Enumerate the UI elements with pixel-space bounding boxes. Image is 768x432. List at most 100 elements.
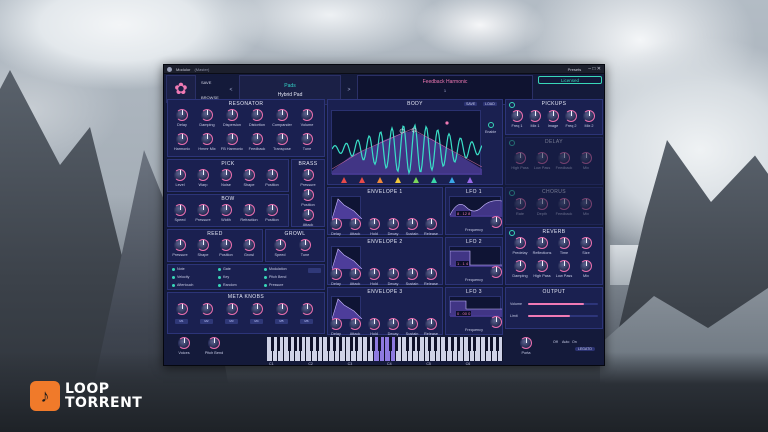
env3-hold-knob[interactable]: [368, 318, 380, 330]
env3-delay-knob[interactable]: [330, 318, 342, 330]
growl-speed-knob[interactable]: [274, 239, 286, 251]
chorus-depth-knob[interactable]: [536, 198, 548, 210]
black-key[interactable]: [467, 337, 471, 351]
env2-decay-knob[interactable]: [387, 268, 399, 280]
mod-source-key[interactable]: Key: [218, 275, 229, 279]
res-harmonic-knob[interactable]: [176, 133, 188, 145]
black-key[interactable]: [490, 337, 494, 351]
lfo-3-rate-display[interactable]: 0 . 00 0: [456, 311, 472, 316]
black-key[interactable]: [394, 337, 398, 351]
save-button[interactable]: SAVE: [201, 80, 223, 85]
env2-sustain-knob[interactable]: [406, 268, 418, 280]
body-save-button[interactable]: SAVE: [464, 102, 478, 106]
reverb-time-knob[interactable]: [558, 237, 570, 249]
bow-position-knob[interactable]: [266, 204, 278, 216]
black-key[interactable]: [428, 337, 432, 351]
lfo3-frequency-knob[interactable]: [490, 316, 502, 328]
reed-growl-knob[interactable]: [243, 239, 255, 251]
pickup-image-knob[interactable]: [547, 110, 559, 122]
black-key[interactable]: [411, 337, 415, 351]
porta-knob[interactable]: [520, 337, 532, 349]
black-key[interactable]: [310, 337, 314, 351]
reverb-reflections-knob[interactable]: [536, 237, 548, 249]
env2-release-knob[interactable]: [425, 268, 437, 280]
pickup-mix-2-knob[interactable]: [583, 110, 595, 122]
licensed-badge[interactable]: Licensed: [538, 76, 602, 84]
black-key[interactable]: [366, 337, 370, 351]
delay-high-pass-knob[interactable]: [514, 152, 526, 164]
envelope-1-graph[interactable]: [331, 196, 363, 220]
black-key[interactable]: [417, 337, 421, 351]
lfo-1-rate-display[interactable]: 8 . 12 8: [456, 211, 472, 216]
brass-pressure-knob[interactable]: [302, 169, 314, 181]
growl-tune-knob[interactable]: [299, 239, 311, 251]
reed-pressure-knob[interactable]: [174, 239, 186, 251]
lfo1-frequency-knob[interactable]: [490, 216, 502, 228]
pick-noise-knob[interactable]: [220, 169, 232, 181]
black-key[interactable]: [276, 337, 280, 351]
black-key[interactable]: [355, 337, 359, 351]
env3-sustain-knob[interactable]: [406, 318, 418, 330]
lfo2-frequency-knob[interactable]: [490, 266, 502, 278]
env1-sustain-knob[interactable]: [406, 218, 418, 230]
black-key[interactable]: [372, 337, 376, 351]
delay-low-pass-knob[interactable]: [536, 152, 548, 164]
black-key[interactable]: [377, 337, 381, 351]
limit-slider[interactable]: [528, 315, 598, 317]
delay-mix-knob[interactable]: [580, 152, 592, 164]
black-key[interactable]: [405, 337, 409, 351]
delay-feedback-knob[interactable]: [558, 152, 570, 164]
reverb-damping-knob[interactable]: [514, 260, 526, 272]
black-key[interactable]: [349, 337, 353, 351]
res-fb-harmonic-knob[interactable]: [226, 133, 238, 145]
meta-value-2[interactable]: M2: [200, 319, 213, 324]
black-key[interactable]: [316, 337, 320, 351]
black-key[interactable]: [332, 337, 336, 351]
black-key[interactable]: [327, 337, 331, 351]
black-key[interactable]: [287, 337, 291, 351]
body-load-button[interactable]: LOAD: [483, 102, 497, 106]
window-controls[interactable]: – □ ✕: [588, 66, 601, 72]
env2-hold-knob[interactable]: [368, 268, 380, 280]
bow-refraction-knob[interactable]: [243, 204, 255, 216]
body-enable-power-icon[interactable]: [488, 122, 494, 128]
reed-position-knob[interactable]: [220, 239, 232, 251]
env1-attack-knob[interactable]: [349, 218, 361, 230]
env1-release-knob[interactable]: [425, 218, 437, 230]
pick-shape-knob[interactable]: [243, 169, 255, 181]
black-key[interactable]: [299, 337, 303, 351]
black-key[interactable]: [293, 337, 297, 351]
black-key[interactable]: [450, 337, 454, 351]
env1-delay-knob[interactable]: [330, 218, 342, 230]
meta-value-1[interactable]: M1: [175, 319, 188, 324]
env2-attack-knob[interactable]: [349, 268, 361, 280]
voices-knob[interactable]: [178, 337, 190, 349]
mod-source-note[interactable]: Note: [172, 267, 185, 271]
black-key[interactable]: [271, 337, 275, 351]
pickup-mix-1-knob[interactable]: [529, 110, 541, 122]
lfo-2-rate-display[interactable]: 1 . 1 4: [456, 261, 470, 266]
envelope-3-graph[interactable]: [331, 296, 363, 320]
res-transpose-knob[interactable]: [276, 133, 288, 145]
piano-keyboard[interactable]: [267, 337, 503, 361]
meta-knob-2[interactable]: [201, 303, 213, 315]
res-feedback-knob[interactable]: [251, 133, 263, 145]
meta-knob-6[interactable]: [301, 303, 313, 315]
meta-value-4[interactable]: M4: [250, 319, 263, 324]
res-compander-knob[interactable]: [276, 109, 288, 121]
legato-button[interactable]: LEGATO: [575, 347, 595, 351]
black-key[interactable]: [445, 337, 449, 351]
black-key[interactable]: [473, 337, 477, 351]
reverb-size-knob[interactable]: [580, 237, 592, 249]
res-distortion-knob[interactable]: [251, 109, 263, 121]
body-spectrum-graph[interactable]: [331, 110, 483, 176]
meta-knob-4[interactable]: [251, 303, 263, 315]
meta-value-5[interactable]: M5: [275, 319, 288, 324]
res-damping-knob[interactable]: [201, 109, 213, 121]
meta-value-3[interactable]: M3: [225, 319, 238, 324]
env1-hold-knob[interactable]: [368, 218, 380, 230]
bow-width-knob[interactable]: [220, 204, 232, 216]
reed-shape-knob[interactable]: [197, 239, 209, 251]
presets-menu[interactable]: Presets: [568, 67, 582, 72]
env3-release-knob[interactable]: [425, 318, 437, 330]
